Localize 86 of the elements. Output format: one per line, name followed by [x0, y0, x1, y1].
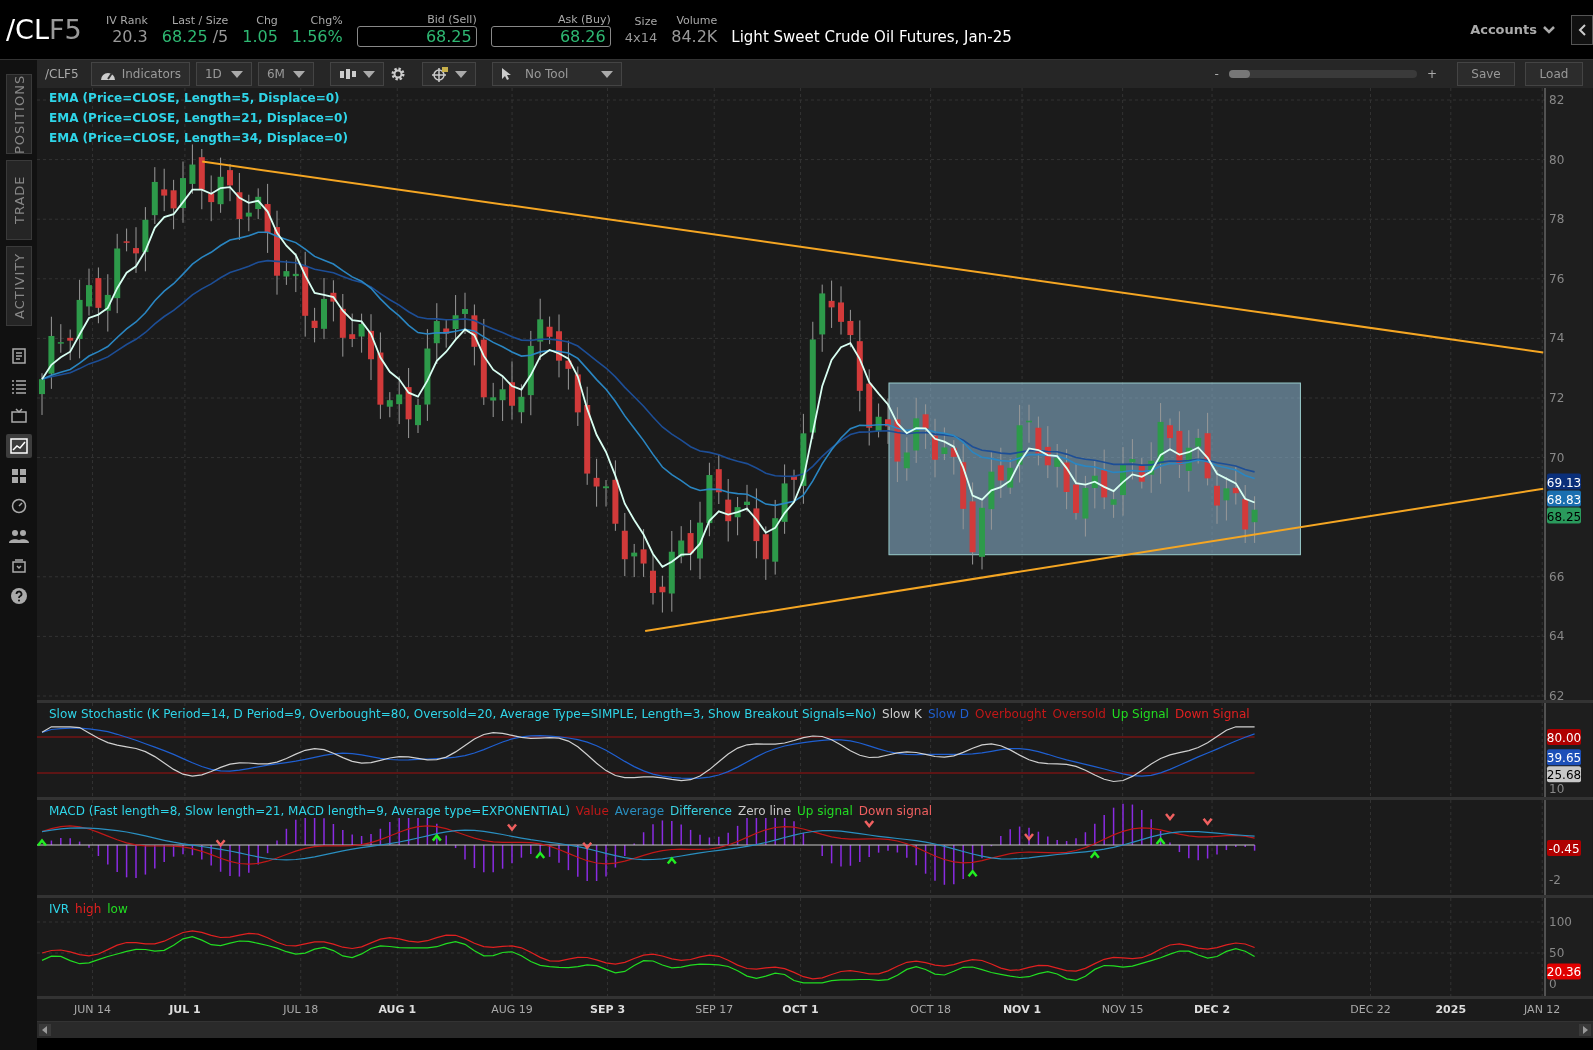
field-label: Ask (Buy) — [557, 12, 611, 26]
price-badge: 80.00 — [1546, 729, 1582, 745]
field-label: IV Rank — [106, 13, 148, 27]
axis-tick-label: 72 — [1549, 391, 1565, 405]
field-label: Last / Size — [172, 13, 229, 27]
study-label: EMA (Price=CLOSE, Length=5, Displace=0) — [49, 91, 341, 105]
date-tick-label: JUN 14 — [73, 1003, 111, 1016]
field-label: Chg% — [310, 13, 343, 27]
legend-item: Down Signal — [1174, 707, 1250, 721]
axis-tick-label: 62 — [1549, 689, 1565, 700]
axis-tick-label: 70 — [1549, 450, 1565, 465]
study-label: EMA (Price=CLOSE, Length=34, Displace=0) — [49, 131, 348, 145]
range-dropdown[interactable]: 6M — [257, 62, 314, 86]
field-value: 4x14 — [624, 29, 658, 45]
legend-item: Slow D — [927, 707, 970, 721]
axis-tick-label: -2 — [1549, 873, 1561, 887]
axis-tick-label: 64 — [1549, 629, 1565, 644]
axis-tick-label: 100 — [1549, 915, 1572, 929]
axis-tick-label: 76 — [1549, 271, 1565, 286]
legend-item: Up signal — [797, 804, 853, 818]
legend-item: low — [107, 902, 128, 916]
axis-tick-label: 66 — [1549, 569, 1565, 584]
accounts-button[interactable]: Accounts — [1464, 21, 1561, 38]
axis-tick-label: 82 — [1549, 93, 1565, 107]
zoom-out-label: - — [1214, 67, 1219, 81]
legend-item: Difference — [670, 804, 732, 818]
price-badge: -0.45 — [1547, 840, 1581, 856]
field-label: Size — [634, 14, 658, 28]
legend-item: Up Signal — [1111, 707, 1169, 721]
legend-item: Average — [614, 804, 665, 818]
study-label: MACD (Fast length=8, Slow length=21, MACD length=9, Average type=EXPONENTIAL) — [49, 804, 570, 818]
study-label: EMA (Price=CLOSE, Length=21, Displace=0) — [49, 111, 348, 125]
axis-tick-label: 74 — [1549, 331, 1565, 346]
date-tick-label: DEC 2 — [1193, 1003, 1231, 1016]
side-tab[interactable]: POSITIONS — [5, 74, 32, 154]
date-tick-label: AUG 19 — [491, 1003, 533, 1016]
field-value: 68.25 /5 — [161, 26, 229, 46]
date-tick-label: NOV 15 — [1101, 1003, 1144, 1016]
save-button[interactable]: Save — [1457, 62, 1515, 86]
date-tick-label: DEC 22 — [1350, 1003, 1391, 1016]
legend-item: Slow K — [882, 707, 922, 721]
field-value: 1.05 — [242, 26, 278, 46]
axis-tick-label: 78 — [1549, 212, 1565, 227]
zoom-in-label: + — [1426, 67, 1437, 81]
field-value: 1.56% — [291, 26, 343, 46]
tool-dropdown[interactable]: No Tool — [491, 62, 622, 86]
legend-item: high — [75, 902, 102, 916]
field-label: Bid (Sell) — [427, 12, 477, 26]
date-tick-label: SEP 17 — [695, 1003, 734, 1016]
legend-item: Down signal — [858, 804, 933, 818]
legend-item: Value — [575, 804, 609, 818]
date-tick-label: JUL 18 — [283, 1003, 319, 1016]
legend-item: Zero line — [737, 804, 792, 818]
axis-tick-label: 80 — [1549, 152, 1565, 167]
legend-item: Overbought — [975, 707, 1047, 721]
chart-symbol: /CLF5 — [45, 67, 79, 81]
date-tick-label: NOV 1 — [1002, 1003, 1042, 1016]
date-tick-label: JAN 12 — [1524, 1003, 1561, 1016]
study-label: Slow Stochastic (K Period=14, D Period=9, Overbought=80, Oversold=20, Average Type=SIMPLE, Length=3, Show Breakout Signals=No) — [49, 707, 877, 721]
date-tick-label: OCT 1 — [782, 1003, 819, 1016]
price-badge: 20.36 — [1546, 963, 1582, 980]
date-tick-label: OCT 18 — [910, 1003, 951, 1016]
date-tick-label: JUL 1 — [169, 1003, 201, 1016]
load-button[interactable]: Load — [1525, 62, 1583, 86]
instrument-description: Light Sweet Crude Oil Futures, Jan-25 — [731, 27, 1012, 46]
aggregation-dropdown[interactable]: 1D — [195, 62, 252, 86]
quote-field[interactable]: 68.25 — [356, 25, 477, 47]
study-label: IVR — [49, 902, 70, 916]
date-tick-label: 2025 — [1435, 1003, 1467, 1016]
legend-item: Oversold — [1052, 707, 1106, 721]
symbol-title: /CLF5 — [6, 14, 83, 45]
side-tab[interactable]: TRADE — [5, 160, 32, 240]
axis-tick-label: 50 — [1549, 946, 1565, 960]
axis-tick-label: 10 — [1549, 782, 1565, 796]
price-badge: 39.65 — [1546, 749, 1582, 766]
side-tab[interactable]: ACTIVITY — [5, 246, 32, 326]
date-tick-label: SEP 3 — [590, 1003, 626, 1016]
indicators-button[interactable]: Indicators — [90, 62, 190, 86]
price-badge: 25.68 — [1546, 766, 1582, 783]
field-value: 84.2K — [671, 26, 718, 46]
field-value: 20.3 — [112, 26, 148, 46]
field-label: Volume — [676, 13, 718, 27]
axis-tick-label: 0 — [1549, 977, 1557, 991]
quote-field[interactable]: 68.26 — [490, 25, 611, 47]
date-tick-label: AUG 1 — [378, 1003, 417, 1016]
field-label: Chg — [256, 13, 278, 27]
